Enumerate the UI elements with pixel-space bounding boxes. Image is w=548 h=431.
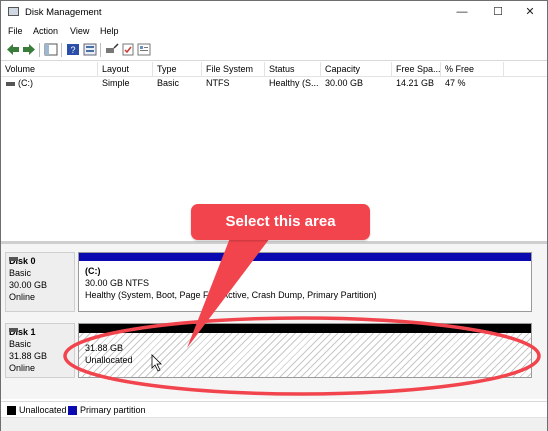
unallocated-bar — [79, 324, 531, 333]
column-status[interactable]: Status — [265, 62, 321, 76]
close-icon: ✕ — [525, 6, 535, 18]
column-percent-free[interactable]: % Free — [441, 62, 504, 76]
partition-label: (C:) — [85, 266, 101, 276]
back-arrow-icon[interactable] — [6, 43, 20, 56]
minimize-icon: — — [456, 6, 468, 18]
disk-icon — [9, 257, 18, 261]
toolbar-separator — [100, 43, 101, 57]
legend: Unallocated Primary partition — [1, 401, 547, 418]
disk-size: 30.00 GB — [9, 280, 48, 290]
close-button[interactable]: ✕ — [513, 1, 547, 23]
cell-type: Basic — [157, 78, 180, 88]
drive-icon — [6, 82, 15, 86]
legend-swatch-primary — [68, 406, 77, 415]
menu-action[interactable]: Action — [33, 26, 58, 36]
maximize-button[interactable]: ☐ — [481, 1, 515, 23]
checklist-icon[interactable] — [121, 43, 135, 56]
disk-size: 31.88 GB — [9, 351, 48, 361]
properties-icon[interactable] — [83, 43, 97, 56]
callout-label: Select this area — [191, 204, 370, 240]
disk-type: Basic — [9, 339, 32, 349]
legend-swatch-unallocated — [7, 406, 16, 415]
column-layout[interactable]: Layout — [98, 62, 153, 76]
maximize-icon: ☐ — [493, 6, 503, 18]
unallocated-size: 31.88 GB — [85, 343, 124, 353]
menu-help[interactable]: Help — [100, 26, 119, 36]
cell-status: Healthy (S... — [269, 78, 319, 88]
primary-partition-bar — [79, 253, 531, 261]
column-capacity[interactable]: Capacity — [321, 62, 392, 76]
table-row[interactable]: (C:) Simple Basic NTFS Healthy (S... 30.… — [1, 77, 547, 90]
disk-1-label[interactable]: Disk 1 Basic 31.88 GB Online — [5, 323, 75, 378]
cell-percent-free: 47 % — [445, 78, 466, 88]
help-icon[interactable]: ? — [66, 43, 80, 56]
menu-file[interactable]: File — [8, 26, 23, 36]
column-file-system[interactable]: File System — [202, 62, 265, 76]
menu-bar: File Action View Help — [1, 23, 547, 40]
status-bar — [1, 417, 547, 431]
disk-state: Online — [9, 363, 36, 373]
show-hide-tree-icon[interactable] — [44, 43, 58, 56]
disk-0-label[interactable]: Disk 0 Basic 30.00 GB Online — [5, 252, 75, 312]
menu-view[interactable]: View — [70, 26, 89, 36]
cell-file-system: NTFS — [206, 78, 230, 88]
disk-name: Disk 0 — [9, 256, 36, 266]
minimize-button[interactable]: — — [445, 1, 479, 23]
window-title: Disk Management — [25, 7, 102, 18]
connect-disk-icon[interactable] — [105, 43, 119, 56]
column-volume[interactable]: Volume — [1, 62, 98, 76]
view-settings-icon[interactable] — [137, 43, 151, 56]
svg-text:?: ? — [70, 45, 75, 55]
partition-c[interactable]: (C:) 30.00 GB NTFS Healthy (System, Boot… — [78, 252, 532, 312]
disk-management-app-icon — [8, 7, 19, 16]
disk-name: Disk 1 — [9, 327, 36, 337]
cell-free-space: 14.21 GB — [396, 78, 435, 88]
disk-type: Basic — [9, 268, 32, 278]
toolbar: ? — [1, 40, 547, 61]
column-type[interactable]: Type — [153, 62, 202, 76]
disk-state: Online — [9, 292, 36, 302]
title-bar: Disk Management — ☐ ✕ — [1, 1, 547, 23]
cell-volume: (C:) — [18, 78, 33, 88]
legend-primary-partition: Primary partition — [80, 405, 146, 415]
disk-icon — [9, 328, 18, 332]
column-free-space[interactable]: Free Spa... — [392, 62, 441, 76]
cell-capacity: 30.00 GB — [325, 78, 364, 88]
toolbar-separator — [39, 43, 40, 57]
volume-list-header: Volume Layout Type File System Status Ca… — [1, 62, 547, 77]
cell-layout: Simple — [102, 78, 130, 88]
forward-arrow-icon[interactable] — [22, 43, 36, 56]
partition-status: Healthy (System, Boot, Page File, Active… — [85, 290, 377, 300]
partition-detail: 30.00 GB NTFS — [85, 278, 150, 288]
legend-unallocated: Unallocated — [19, 405, 67, 415]
unallocated-space[interactable]: 31.88 GB Unallocated — [78, 323, 532, 378]
unallocated-status: Unallocated — [85, 355, 133, 365]
toolbar-separator — [61, 43, 62, 57]
disk-map-pane: Disk 0 Basic 30.00 GB Online (C:) 30.00 … — [1, 244, 547, 399]
